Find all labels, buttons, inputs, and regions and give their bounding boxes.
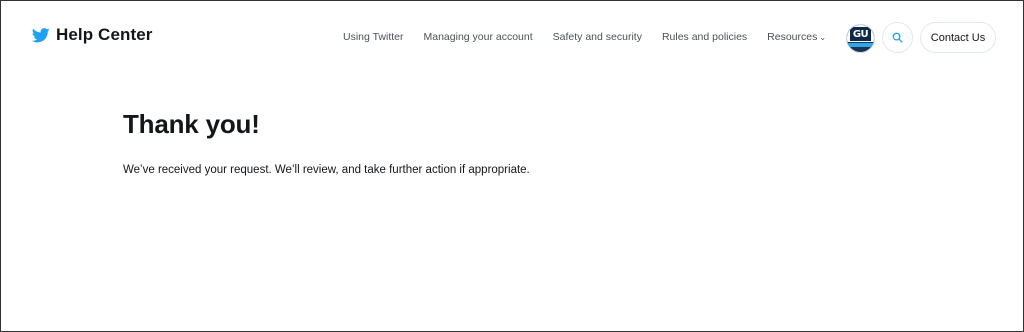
contact-us-button[interactable]: Contact Us — [920, 22, 996, 53]
brand-title: Help Center — [56, 25, 153, 44]
main-content: Thank you! We’ve received your request. … — [123, 109, 530, 176]
avatar-stripe — [847, 43, 874, 47]
confirmation-message: We’ve received your request. We’ll revie… — [123, 164, 530, 176]
nav-safety-and-security[interactable]: Safety and security — [553, 31, 642, 43]
page-frame: Help Center Using Twitter Managing your … — [0, 0, 1024, 332]
avatar-logo-text: GU — [850, 27, 871, 41]
help-center-home-link[interactable]: Help Center — [32, 25, 153, 45]
site-header: Help Center Using Twitter Managing your … — [1, 1, 1023, 73]
nav-managing-your-account[interactable]: Managing your account — [424, 31, 533, 43]
nav-resources[interactable]: Resources ⌄ — [767, 31, 826, 43]
nav-rules-and-policies[interactable]: Rules and policies — [662, 31, 747, 43]
twitter-bird-icon — [32, 27, 50, 43]
nav-resources-label: Resources — [767, 31, 818, 43]
page-title: Thank you! — [123, 109, 260, 139]
search-icon — [892, 32, 903, 43]
primary-nav: Using Twitter Managing your account Safe… — [343, 31, 826, 43]
avatar[interactable]: GU — [846, 24, 875, 53]
search-button[interactable] — [882, 22, 913, 53]
chevron-down-icon: ⌄ — [819, 33, 827, 42]
nav-using-twitter[interactable]: Using Twitter — [343, 31, 404, 43]
